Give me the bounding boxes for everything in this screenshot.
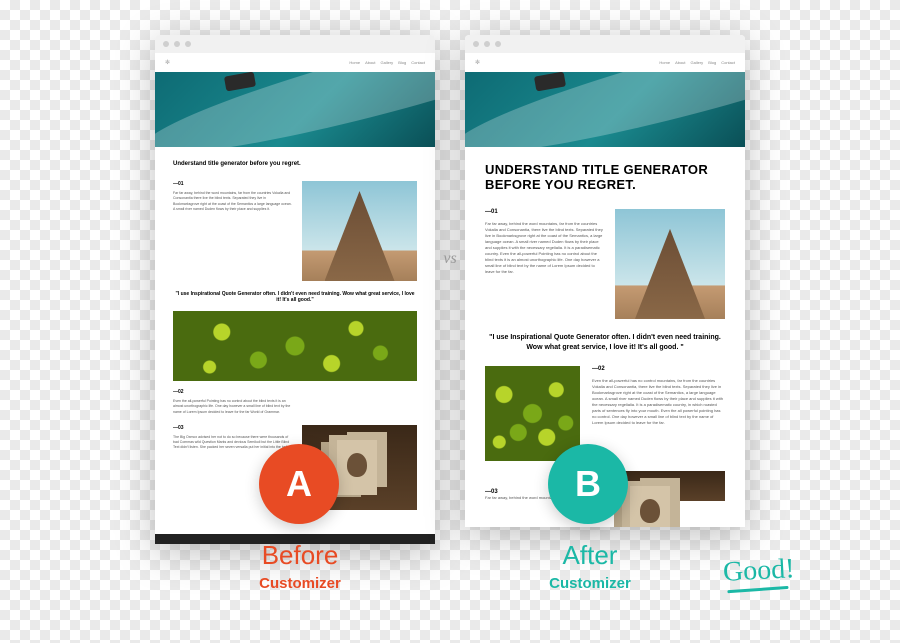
top-nav: ✻ Home About Gallery Blog Contact [155, 53, 435, 72]
nav-item[interactable]: About [365, 60, 375, 65]
limes-image [173, 311, 417, 381]
section-number: —02 [173, 389, 292, 395]
caption-label: Before [200, 540, 400, 571]
comparison-stage: ✻ Home About Gallery Blog Contact Unders… [0, 0, 900, 643]
article-heading: Understand title generator before you re… [485, 163, 725, 193]
caption-sublabel: Customizer [200, 575, 400, 592]
caption-label: After [490, 540, 690, 571]
nav-item[interactable]: About [675, 60, 685, 65]
body-text: Far far away, behind the word mountains,… [485, 221, 603, 275]
body-text: Even the all-powerful has no control mou… [592, 378, 725, 426]
body-text: The Big Oxmox advised her not to do so b… [173, 435, 292, 451]
building-image [302, 181, 417, 281]
traffic-light-dot [484, 41, 490, 47]
nav-item[interactable]: Contact [411, 60, 425, 65]
body-text: Even the all-powerful Pointing has no co… [173, 399, 292, 415]
vs-divider: vs [443, 250, 456, 268]
building-image [615, 209, 725, 319]
traffic-light-dot [163, 41, 169, 47]
article-heading: Understand title generator before you re… [173, 161, 417, 167]
nav-item[interactable]: Gallery [691, 60, 704, 65]
site-logo: ✻ [165, 59, 170, 66]
badge-b: B [548, 444, 628, 524]
site-logo: ✻ [475, 59, 480, 66]
nav-item[interactable]: Blog [708, 60, 716, 65]
nav-item[interactable]: Blog [398, 60, 406, 65]
nav-item[interactable]: Home [349, 60, 360, 65]
traffic-light-dot [174, 41, 180, 47]
top-nav: ✻ Home About Gallery Blog Contact [465, 53, 745, 72]
limes-image [485, 366, 580, 461]
pull-quote: "I use Inspirational Quote Generator oft… [173, 291, 417, 303]
hero-image [465, 72, 745, 147]
nav-item-list: Home About Gallery Blog Contact [659, 60, 735, 65]
traffic-light-dot [495, 41, 501, 47]
nav-item-list: Home About Gallery Blog Contact [349, 60, 425, 65]
section-number: —03 [173, 425, 292, 431]
good-handwritten: Good! [723, 553, 796, 589]
before-caption: Before Customizer [200, 540, 400, 592]
after-caption: After Customizer [490, 540, 690, 592]
section-number: —02 [592, 366, 725, 372]
browser-chrome [155, 35, 435, 53]
section-number: —01 [485, 209, 603, 215]
caption-sublabel: Customizer [490, 575, 690, 592]
nav-item[interactable]: Home [659, 60, 670, 65]
traffic-light-dot [185, 41, 191, 47]
nav-item[interactable]: Contact [721, 60, 735, 65]
hero-image [155, 72, 435, 147]
traffic-light-dot [473, 41, 479, 47]
badge-a: A [259, 444, 339, 524]
body-text: Far far away, behind the word mountains,… [173, 191, 292, 212]
pull-quote: "I use Inspirational Quote Generator oft… [489, 333, 721, 353]
browser-chrome [465, 35, 745, 53]
nav-item[interactable]: Gallery [381, 60, 394, 65]
section-number: —01 [173, 181, 292, 187]
